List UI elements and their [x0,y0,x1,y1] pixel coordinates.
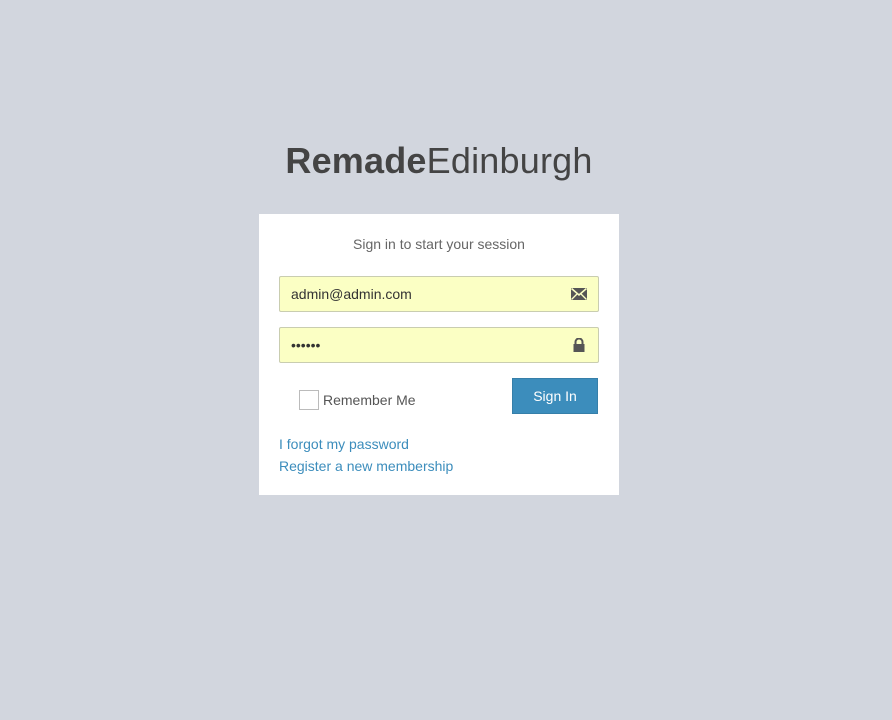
password-field-group [279,327,599,363]
remember-me-checkbox[interactable] [299,390,319,410]
email-input[interactable] [280,277,561,311]
forgot-password-link[interactable]: I forgot my password [279,433,453,455]
login-box: Sign in to start your session Remember M… [259,214,619,495]
email-field-group [279,276,599,312]
envelope-icon [571,287,587,300]
login-message: Sign in to start your session [353,236,525,252]
remember-me-label[interactable]: Remember Me [323,392,416,408]
logo-bold-text: Remade [285,140,427,181]
lock-icon [573,338,585,352]
sign-in-button[interactable]: Sign In [512,378,598,414]
auth-links: I forgot my password Register a new memb… [279,433,453,477]
password-input[interactable] [280,328,561,362]
remember-me: Remember Me [299,389,416,411]
register-link[interactable]: Register a new membership [279,455,453,477]
app-logo[interactable]: RemadeEdinburgh [0,140,878,182]
logo-light-text: Edinburgh [426,140,593,181]
